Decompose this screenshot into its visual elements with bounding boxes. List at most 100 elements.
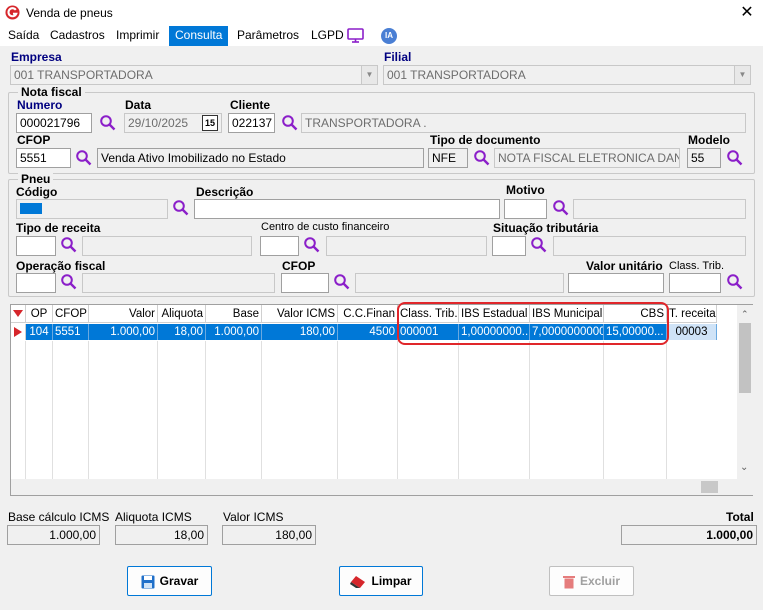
valor-icms-field: 180,00 [222,525,316,545]
menu-lgpd[interactable]: LGPD [305,26,350,46]
search-icon[interactable] [333,273,351,291]
motivo-label: Motivo [506,183,545,197]
search-icon[interactable] [726,273,744,291]
grid-header-base[interactable]: Base [206,305,262,323]
operacao-fiscal-label: Operação fiscal [16,259,106,273]
search-icon[interactable] [303,236,321,254]
col-line [157,341,158,483]
total-field: 1.000,00 [621,525,757,545]
cell-cfop[interactable]: 5551 [53,324,89,340]
scroll-up-icon[interactable]: ⌃ [741,309,749,320]
search-icon[interactable] [473,149,491,167]
save-icon [141,575,155,589]
grid-header-valor[interactable]: Valor [89,305,158,323]
close-icon[interactable]: ✕ [735,2,759,24]
centro-custo-desc-field [326,236,487,256]
items-grid[interactable]: OP CFOP Valor Aliquota Base Valor ICMS C… [10,302,753,496]
cfop-pneu-field[interactable] [281,273,329,293]
search-icon[interactable] [75,149,93,167]
vertical-scrollbar[interactable]: ⌃ ⌄ [737,305,753,479]
excluir-button[interactable]: Excluir [549,566,634,596]
col-line [529,341,530,483]
gravar-button[interactable]: Gravar [127,566,212,596]
cell-base[interactable]: 1.000,00 [206,324,262,340]
menu-imprimir[interactable]: Imprimir [110,26,165,46]
valor-unitario-field[interactable] [568,273,664,293]
scroll-down-icon[interactable]: ⌄ [740,462,748,473]
motivo-code-field[interactable] [504,199,547,219]
grid-header-cfop[interactable]: CFOP [53,305,89,323]
search-icon[interactable] [60,273,78,291]
gravar-label: Gravar [159,574,199,588]
grid-header-t-receita[interactable]: T. receita [667,305,717,323]
h-scrollbar-thumb[interactable] [701,481,718,493]
nota-fiscal-title: Nota fiscal [18,85,85,99]
empresa-label: Empresa [11,50,62,64]
cell-t-receita[interactable]: 00003 [667,324,717,340]
filial-select[interactable]: 001 TRANSPORTADORA ▼ [383,65,751,85]
codigo-field[interactable] [16,199,168,219]
search-icon[interactable] [99,114,117,132]
class-trib-field[interactable] [669,273,721,293]
limpar-label: Limpar [371,574,412,588]
col-line [261,341,262,483]
row-indicator [11,324,26,340]
centro-custo-field[interactable] [260,236,299,256]
descricao-field[interactable] [194,199,500,219]
chevron-down-icon[interactable]: ▼ [361,66,377,84]
aliquota-icms-label: Aliquota ICMS [115,510,192,524]
menu-saida[interactable]: Saída [2,26,45,46]
operacao-field[interactable] [16,273,56,293]
operacao-desc-field [82,273,275,293]
descricao-label: Descrição [196,185,254,199]
search-icon[interactable] [281,114,299,132]
cell-valor[interactable]: 1.000,00 [89,324,158,340]
window-title: Venda de pneus [26,6,113,20]
centro-custo-label: Centro de custo financeiro [261,221,390,233]
grid-header-op[interactable]: OP [26,305,53,323]
menu-consulta[interactable]: Consulta [169,26,229,46]
tipo-receita-desc-field [82,236,252,256]
empresa-select[interactable]: 001 TRANSPORTADORA ▼ [10,65,378,85]
menu-parametros[interactable]: Parâmetros [231,26,305,46]
cell-valor-icms[interactable]: 180,00 [262,324,338,340]
col-line [52,341,53,483]
tipo-receita-field[interactable] [16,236,56,256]
app-logo-icon [5,5,20,20]
horizontal-scrollbar[interactable] [11,479,737,495]
numero-field[interactable]: 000021796 [16,113,92,133]
search-icon[interactable] [60,236,78,254]
ia-badge-icon[interactable]: IA [381,28,397,44]
search-icon[interactable] [172,199,190,217]
search-icon[interactable] [530,236,548,254]
cfop-code-field[interactable]: 5551 [16,148,71,168]
scrollbar-thumb[interactable] [739,323,751,393]
valor-unitario-label: Valor unitário [586,259,663,273]
cliente-code-field[interactable]: 022137 [228,113,275,133]
calendar-icon[interactable]: 15 [202,115,218,131]
situacao-field[interactable] [492,236,526,256]
modelo-field[interactable]: 55 [687,148,721,168]
filial-value: 001 TRANSPORTADORA [387,68,526,82]
highlight-annotation [397,302,669,345]
situacao-tributaria-label: Situação tributária [493,221,599,235]
menu-cadastros[interactable]: Cadastros [44,26,111,46]
cell-aliquota[interactable]: 18,00 [158,324,206,340]
col-line [458,341,459,483]
cfop-pneu-desc-field [355,273,564,293]
search-icon[interactable] [726,149,744,167]
chevron-down-icon[interactable]: ▼ [734,66,750,84]
filial-label: Filial [384,50,412,64]
search-icon[interactable] [552,199,570,217]
grid-header-cc-finan[interactable]: C.C.Finan [338,305,398,323]
grid-header-valor-icms[interactable]: Valor ICMS [262,305,338,323]
cfop-desc-field: Venda Ativo Imobilizado no Estado [97,148,424,168]
cell-cc-finan[interactable]: 4500 [338,324,398,340]
base-calculo-label: Base cálculo ICMS [8,510,110,524]
cell-op[interactable]: 104 [26,324,53,340]
monitor-icon[interactable] [347,28,364,43]
grid-header-aliquota[interactable]: Aliquota [158,305,206,323]
limpar-button[interactable]: Limpar [339,566,423,596]
tipo-doc-code-field[interactable]: NFE [428,148,468,168]
valor-icms-label: Valor ICMS [223,510,284,524]
